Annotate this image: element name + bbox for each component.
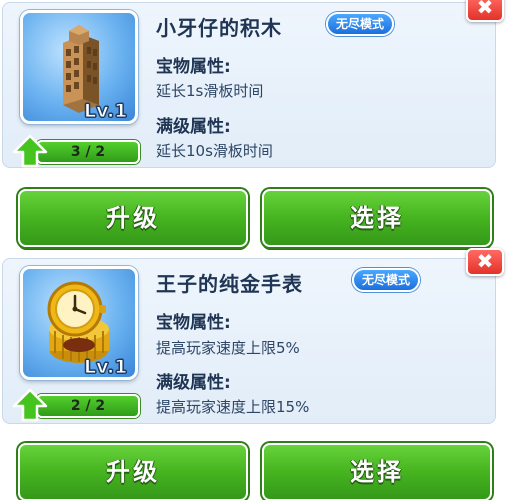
mode-badge: 无尽模式 [352, 268, 421, 292]
progress-text-item2: 2 / 2 [70, 398, 106, 414]
max-attr-heading: 满级属性: [156, 373, 231, 393]
item-title: 小牙仔的积木 [156, 16, 282, 40]
green-up-arrow-icon [12, 134, 48, 168]
upgrade-button-item2[interactable]: 升级 [18, 443, 248, 500]
max-attr-desc: 延长10s滑板时间 [156, 142, 273, 160]
progress-bar-item2: 2 / 2 [36, 394, 140, 418]
upgrade-button-item1[interactable]: 升级 [18, 189, 248, 247]
attr-heading: 宝物属性: [156, 57, 231, 77]
progress-text-item1: 3 / 2 [70, 144, 106, 160]
item-title: 王子的纯金手表 [156, 272, 303, 296]
attr-heading: 宝物属性: [156, 313, 231, 333]
mode-badge: 无尽模式 [326, 12, 395, 36]
max-attr-heading: 满级属性: [156, 117, 231, 137]
level-label-item2: Lv.1 [83, 356, 128, 379]
green-up-arrow-icon [12, 388, 48, 422]
select-button-item1[interactable]: 选择 [262, 189, 492, 247]
attr-desc: 延长1s滑板时间 [156, 82, 264, 100]
close-button-item2[interactable]: ✖ [466, 248, 504, 276]
level-label-item1: Lv.1 [83, 100, 128, 123]
select-button-item2[interactable]: 选择 [262, 443, 492, 500]
close-button-item1[interactable]: ✖ [466, 0, 504, 22]
max-attr-desc: 提高玩家速度上限15% [156, 398, 310, 416]
progress-bar-item1: 3 / 2 [36, 140, 140, 164]
attr-desc: 提高玩家速度上限5% [156, 339, 300, 357]
